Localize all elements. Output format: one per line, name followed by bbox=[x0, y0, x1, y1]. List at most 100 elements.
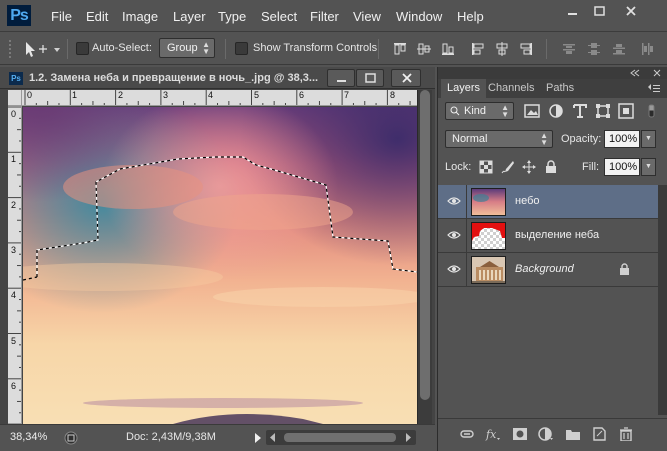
new-layer-icon[interactable] bbox=[591, 427, 607, 441]
select-arrows-icon: ▲ ▼ bbox=[540, 131, 548, 147]
ruler-label: 5 bbox=[254, 90, 260, 100]
filter-adjustment-layers-icon[interactable] bbox=[548, 103, 564, 119]
align-top-edges-icon[interactable] bbox=[393, 42, 407, 56]
layer-style-fx-icon[interactable]: fx bbox=[485, 427, 501, 441]
move-tool-icon bbox=[26, 42, 60, 57]
lock-image-pixels-icon[interactable] bbox=[501, 160, 515, 174]
filter-type-layers-icon[interactable] bbox=[572, 103, 588, 119]
vertical-scrollbar[interactable] bbox=[417, 90, 432, 424]
menu-layer[interactable]: Layer bbox=[173, 9, 206, 24]
document-close-button[interactable] bbox=[391, 69, 421, 87]
opacity-slider-button[interactable]: ▼ bbox=[641, 130, 656, 148]
layer-filter-kind-select[interactable]: Kind ▲ ▼ bbox=[445, 102, 514, 120]
panel-header[interactable] bbox=[438, 67, 667, 79]
ruler-label: 2 bbox=[11, 200, 17, 210]
menu-select[interactable]: Select bbox=[261, 9, 297, 24]
status-menu-arrow-icon[interactable] bbox=[254, 432, 262, 444]
document-tab[interactable]: Ps 1.2. Замена неба и превращение в ночь… bbox=[0, 67, 435, 89]
link-layers-icon[interactable] bbox=[459, 427, 475, 441]
layer-row-sky[interactable]: небо bbox=[438, 185, 658, 219]
menu-edit[interactable]: Edit bbox=[86, 9, 108, 24]
distribute-left-icon[interactable] bbox=[640, 42, 654, 56]
align-right-edges-icon[interactable] bbox=[519, 42, 533, 56]
align-vertical-centers-icon[interactable] bbox=[417, 42, 431, 56]
menu-image[interactable]: Image bbox=[122, 9, 158, 24]
layer-row-sky-selection[interactable]: выделение неба bbox=[438, 219, 658, 253]
selection-mask-thumbnail bbox=[472, 223, 505, 249]
menu-view[interactable]: View bbox=[353, 9, 381, 24]
visibility-toggle[interactable] bbox=[438, 253, 467, 287]
menu-file[interactable]: File bbox=[51, 9, 72, 24]
new-group-folder-icon[interactable] bbox=[565, 427, 581, 441]
menu-window[interactable]: Window bbox=[396, 9, 442, 24]
visibility-toggle[interactable] bbox=[438, 185, 467, 219]
horizontal-ruler[interactable]: 0 1 2 3 4 5 6 7 8 bbox=[22, 90, 417, 106]
horizontal-scrollbar[interactable] bbox=[266, 430, 416, 445]
document-minimize-button[interactable] bbox=[327, 69, 355, 87]
vertical-ruler[interactable]: 0 1 2 3 4 5 6 bbox=[8, 106, 22, 424]
close-panel-icon[interactable] bbox=[652, 69, 662, 77]
restore-button[interactable] bbox=[588, 2, 610, 20]
ruler-ticks bbox=[24, 90, 411, 105]
align-left-edges-icon[interactable] bbox=[471, 42, 485, 56]
align-horizontal-centers-icon[interactable] bbox=[495, 42, 509, 56]
lock-position-icon[interactable] bbox=[522, 160, 536, 174]
filter-toggle-switch[interactable] bbox=[643, 103, 661, 119]
filter-shape-layers-icon[interactable] bbox=[595, 103, 611, 119]
show-transform-checkbox[interactable] bbox=[235, 42, 248, 55]
fill-input[interactable]: 100% bbox=[604, 158, 640, 176]
document-profile-icon[interactable] bbox=[64, 431, 78, 445]
tab-paths[interactable]: Paths bbox=[540, 79, 580, 98]
menu-filter[interactable]: Filter bbox=[310, 9, 339, 24]
filter-pixel-layers-icon[interactable] bbox=[524, 103, 540, 119]
new-adjustment-layer-icon[interactable] bbox=[538, 427, 554, 441]
layer-lock-icon bbox=[620, 263, 629, 275]
layer-row-background[interactable]: Background bbox=[438, 253, 658, 287]
delete-layer-icon[interactable] bbox=[618, 427, 634, 441]
separator bbox=[67, 39, 68, 59]
layer-name[interactable]: небо bbox=[515, 195, 540, 207]
auto-select-checkbox[interactable] bbox=[76, 42, 89, 55]
auto-select-target-select[interactable]: Group ▲ ▼ bbox=[159, 38, 215, 58]
image-canvas[interactable] bbox=[23, 107, 417, 424]
document-size-info: Doc: 2,43M/9,38M bbox=[126, 431, 216, 443]
opacity-input[interactable]: 100% bbox=[604, 130, 640, 148]
blend-mode-select[interactable]: Normal ▲ ▼ bbox=[445, 130, 553, 148]
ruler-origin[interactable] bbox=[8, 90, 22, 106]
app-close-button[interactable] bbox=[620, 2, 642, 20]
scroll-right-icon[interactable] bbox=[404, 433, 412, 442]
add-mask-icon[interactable] bbox=[512, 427, 528, 441]
menu-type[interactable]: Type bbox=[218, 9, 246, 24]
ruler-label: 0 bbox=[11, 109, 17, 119]
fill-slider-button[interactable]: ▼ bbox=[641, 158, 656, 176]
tab-channels[interactable]: Channels bbox=[482, 79, 540, 98]
svg-text:fx: fx bbox=[485, 428, 497, 441]
filter-smart-objects-icon[interactable] bbox=[618, 103, 634, 119]
minimize-button[interactable] bbox=[561, 2, 583, 20]
layer-thumbnail bbox=[471, 256, 506, 284]
collapse-panel-icon[interactable] bbox=[630, 69, 640, 77]
align-bottom-edges-icon[interactable] bbox=[441, 42, 455, 56]
search-icon bbox=[450, 106, 460, 116]
tab-layers[interactable]: Layers bbox=[441, 79, 487, 98]
panel-menu-icon[interactable] bbox=[647, 84, 661, 94]
layers-scrollbar[interactable] bbox=[658, 185, 667, 415]
zoom-level-field[interactable]: 38,34% bbox=[10, 431, 56, 446]
layer-name[interactable]: выделение неба bbox=[515, 229, 599, 241]
lock-all-icon[interactable] bbox=[544, 160, 558, 174]
document-restore-button[interactable] bbox=[356, 69, 384, 87]
layer-name[interactable]: Background bbox=[515, 263, 574, 275]
tool-preset-picker[interactable] bbox=[20, 38, 64, 60]
lock-transparent-pixels-icon[interactable] bbox=[479, 160, 493, 174]
horizontal-scroll-thumb[interactable] bbox=[284, 433, 396, 442]
visibility-toggle[interactable] bbox=[438, 219, 467, 253]
vertical-scroll-thumb[interactable] bbox=[420, 90, 430, 400]
scroll-left-icon[interactable] bbox=[269, 433, 277, 442]
ruler-label: 1 bbox=[11, 154, 17, 164]
distribute-bottom-icon[interactable] bbox=[612, 42, 626, 56]
distribute-top-icon[interactable] bbox=[562, 42, 576, 56]
photoshop-logo: Ps bbox=[7, 5, 31, 26]
ruler-label: 5 bbox=[11, 336, 17, 346]
menu-help[interactable]: Help bbox=[457, 9, 484, 24]
distribute-vertical-centers-icon[interactable] bbox=[587, 42, 601, 56]
